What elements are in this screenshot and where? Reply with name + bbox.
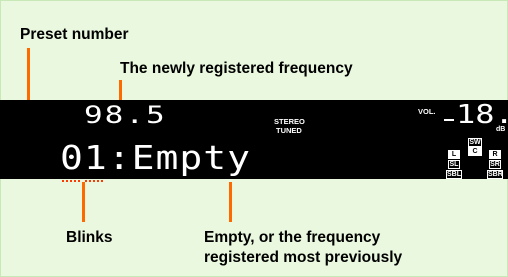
empty-callout-line	[229, 182, 232, 222]
blinks-callout-line	[82, 182, 85, 222]
empty-label-line2: registered most previously	[204, 249, 403, 266]
volume-dash	[444, 119, 454, 121]
speaker-sr-indicator: SR	[489, 160, 501, 169]
blinks-label: Blinks	[66, 229, 113, 246]
volume-label: VOL.	[418, 107, 436, 116]
speaker-sbl-indicator: SBL	[446, 170, 462, 179]
speaker-sl-indicator: SL	[448, 160, 460, 169]
empty-label-line1: Empty, or the frequency	[204, 229, 381, 246]
preset-main-text: 01:Empty	[60, 139, 252, 177]
speaker-l-indicator: L	[448, 150, 460, 159]
volume-unit: dB	[496, 126, 506, 133]
stereo-indicator: STEREO	[274, 117, 305, 126]
speaker-r-indicator: R	[489, 150, 501, 159]
preset-number-label: Preset number	[20, 26, 129, 43]
new-frequency-label: The newly registered frequency	[120, 60, 353, 77]
speaker-sbr-indicator: SBR	[487, 170, 503, 179]
tuned-indicator: TUNED	[276, 126, 302, 135]
speaker-sw-indicator: SW	[468, 138, 482, 147]
frequency-readout: 98.5	[84, 101, 167, 130]
speaker-c-indicator: C	[468, 147, 482, 156]
blink-marker-digit-1	[62, 180, 82, 182]
blink-marker-digit-2	[85, 180, 105, 182]
